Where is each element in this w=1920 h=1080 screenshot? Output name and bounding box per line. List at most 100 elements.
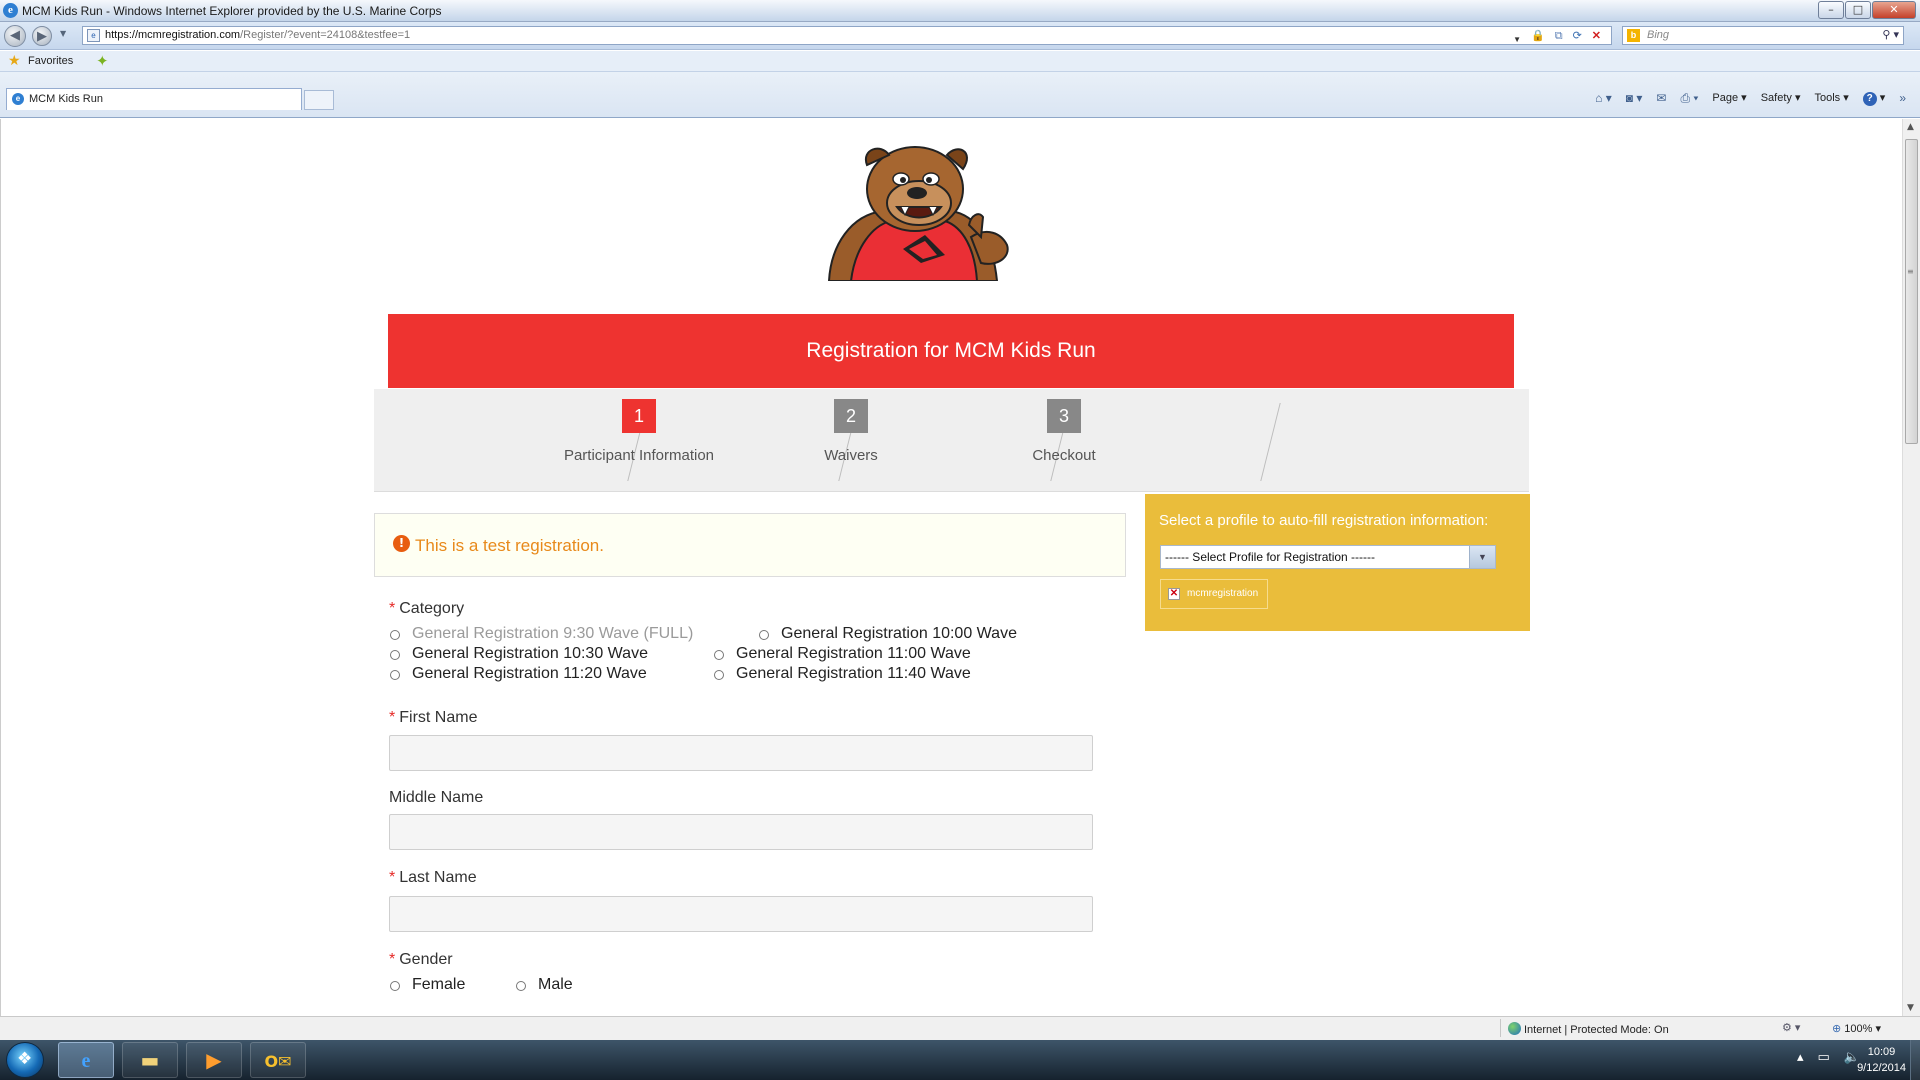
chevron-down-icon[interactable]: ▼ — [1469, 546, 1495, 568]
profile-chip-label: mcmregistration — [1187, 588, 1259, 599]
required-mark: * — [389, 600, 396, 617]
favorites-button[interactable]: Favorites — [28, 55, 73, 67]
page-menu[interactable]: Page ▾ — [1712, 91, 1746, 106]
profile-autofill-panel: Select a profile to auto-fill registrati… — [1145, 494, 1530, 631]
tools-menu[interactable]: Tools ▾ — [1814, 91, 1848, 106]
zoom-control[interactable]: ⊕ 100% ▾ — [1832, 1022, 1881, 1035]
scrollbar-thumb[interactable] — [1905, 139, 1918, 444]
url-domain: https://mcmregistration.com — [105, 29, 241, 41]
profile-prompt: Select a profile to auto-fill registrati… — [1159, 512, 1489, 529]
category-radio-1120[interactable]: General Registration 11:20 Wave — [389, 665, 647, 683]
print-icon[interactable]: ⎙ ▾ — [1680, 91, 1698, 106]
system-clock[interactable]: 10:09 9/12/2014 — [1857, 1044, 1906, 1076]
back-button[interactable]: ◀ — [4, 25, 26, 47]
taskbar-outlook[interactable]: O✉ — [250, 1042, 306, 1078]
last-name-input[interactable] — [389, 896, 1093, 932]
home-icon[interactable]: ⌂ ▾ — [1595, 91, 1612, 106]
favorites-star-icon[interactable]: ★ — [8, 53, 21, 69]
taskbar-internet-explorer[interactable]: e — [58, 1042, 114, 1078]
category-radio-0930: General Registration 9:30 Wave (FULL) — [389, 625, 693, 643]
category-option-label: General Registration 10:30 Wave — [412, 645, 648, 662]
popup-blocker-icon[interactable]: ⚙ ▾ — [1782, 1021, 1800, 1034]
remove-profile-icon[interactable]: ✕ — [1168, 588, 1180, 600]
compatibility-view-icon[interactable]: ⧉ — [1555, 28, 1563, 48]
security-zone[interactable]: Internet | Protected Mode: On — [1508, 1022, 1669, 1036]
minimize-button[interactable]: – — [1818, 1, 1844, 19]
add-favorite-icon[interactable]: ✦ — [96, 52, 109, 70]
history-dropdown-icon[interactable]: ▼ — [60, 29, 66, 38]
close-window-button[interactable]: ✕ — [1872, 1, 1916, 19]
refresh-icon[interactable]: ⟳ — [1573, 28, 1582, 48]
search-input[interactable]: b Bing ⚲ ▾ — [1622, 26, 1904, 45]
alert-icon: ! — [393, 535, 410, 552]
window-title: MCM Kids Run - Windows Internet Explorer… — [22, 4, 442, 18]
category-option-label: General Registration 10:00 Wave — [781, 625, 1017, 642]
start-button[interactable] — [6, 1042, 44, 1078]
address-bar: ◀ ▶ ▼ e https://mcmregistration.com/Regi… — [0, 22, 1920, 50]
tab-mcm-kids-run[interactable]: e MCM Kids Run — [6, 88, 302, 110]
registration-header: Registration for MCM Kids Run — [388, 314, 1514, 388]
test-registration-notice: ! This is a test registration. — [374, 513, 1126, 577]
step-label: Checkout — [1032, 447, 1096, 464]
vertical-scrollbar[interactable]: ▲ ≡ ▼ — [1902, 119, 1920, 1016]
step-checkout[interactable]: 3 Checkout — [964, 399, 1164, 464]
first-name-input[interactable] — [389, 735, 1093, 771]
url-tools: ▼ 🔒 ⧉ ⟳ ✕ — [1513, 28, 1601, 48]
scroll-grip-icon: ≡ — [1907, 267, 1914, 276]
mail-icon[interactable]: ✉ — [1656, 91, 1666, 106]
page-icon: e — [87, 29, 100, 42]
forward-button[interactable]: ▶ — [32, 26, 52, 46]
new-tab-button[interactable] — [304, 90, 334, 110]
internet-explorer-icon: e — [81, 1050, 91, 1072]
gender-radio-female[interactable]: Female — [389, 976, 465, 994]
scroll-down-icon[interactable]: ▼ — [1907, 1003, 1914, 1013]
last-name-label: * Last Name — [389, 869, 477, 887]
url-input[interactable]: e https://mcmregistration.com/Register/?… — [82, 26, 1612, 45]
taskbar-media-player[interactable]: ▶ — [186, 1042, 242, 1078]
gender-radio-male[interactable]: Male — [515, 976, 573, 994]
stop-icon[interactable]: ✕ — [1592, 28, 1601, 48]
ie-logo-icon: e — [3, 3, 18, 18]
middle-name-label: Middle Name — [389, 789, 484, 806]
tray-expand-icon[interactable]: ▴ — [1797, 1050, 1804, 1065]
category-radio-1100[interactable]: General Registration 11:00 Wave — [713, 645, 971, 663]
step-label: Participant Information — [563, 447, 715, 464]
clock-date: 9/12/2014 — [1857, 1062, 1906, 1074]
notice-message: This is a test registration. — [415, 536, 604, 555]
first-name-label: * First Name — [389, 709, 477, 727]
feeds-icon[interactable]: ◙ ▾ — [1626, 91, 1643, 106]
maximize-button[interactable]: □ — [1845, 1, 1871, 19]
search-icon[interactable]: ⚲ ▾ — [1882, 27, 1899, 44]
status-bar: Internet | Protected Mode: On ⚙ ▾ ⊕ 100%… — [0, 1016, 1920, 1040]
step-participant-information[interactable]: 1 Participant Information — [539, 399, 739, 464]
profile-select[interactable]: ------ Select Profile for Registration -… — [1160, 545, 1496, 569]
gender-label: * Gender — [389, 951, 453, 969]
category-label: * Category — [389, 600, 464, 618]
windows-taskbar: e ▬ ▶ O✉ ▴ ▭ 🔈 10:09 9/12/2014 — [0, 1040, 1920, 1080]
lock-icon[interactable]: 🔒 — [1531, 28, 1545, 48]
chevron-more-icon[interactable]: » — [1899, 91, 1906, 106]
url-dropdown-icon[interactable]: ▼ — [1513, 31, 1521, 48]
safety-menu[interactable]: Safety ▾ — [1761, 91, 1801, 106]
scroll-up-icon[interactable]: ▲ — [1907, 122, 1914, 132]
command-bar: ⌂ ▾ ◙ ▾ ✉ ⎙ ▾ Page ▾ Safety ▾ Tools ▾ ? … — [1595, 91, 1906, 106]
bing-icon: b — [1627, 29, 1640, 42]
help-menu[interactable]: ? ▾ — [1862, 91, 1885, 106]
category-radio-1030[interactable]: General Registration 10:30 Wave — [389, 645, 648, 663]
required-mark: * — [389, 869, 396, 886]
profile-chip-mcmregistration[interactable]: ✕ mcmregistration — [1160, 579, 1268, 609]
middle-name-input[interactable] — [389, 814, 1093, 850]
registration-steps: 1 Participant Information 2 Waivers 3 Ch… — [374, 389, 1529, 492]
category-radio-1000[interactable]: General Registration 10:00 Wave — [758, 625, 1017, 643]
tab-label: MCM Kids Run — [29, 93, 103, 105]
category-radio-1140[interactable]: General Registration 11:40 Wave — [713, 665, 971, 683]
zoom-level: 100% — [1844, 1023, 1873, 1035]
step-number: 3 — [1047, 399, 1081, 433]
category-option-label: General Registration 11:20 Wave — [412, 665, 647, 682]
folder-icon: ▬ — [140, 1048, 160, 1072]
profile-select-value: ------ Select Profile for Registration -… — [1165, 550, 1376, 564]
network-icon[interactable]: ▭ — [1818, 1050, 1830, 1065]
taskbar-file-explorer[interactable]: ▬ — [122, 1042, 178, 1078]
show-desktop-button[interactable] — [1910, 1040, 1920, 1080]
step-waivers[interactable]: 2 Waivers — [751, 399, 951, 464]
